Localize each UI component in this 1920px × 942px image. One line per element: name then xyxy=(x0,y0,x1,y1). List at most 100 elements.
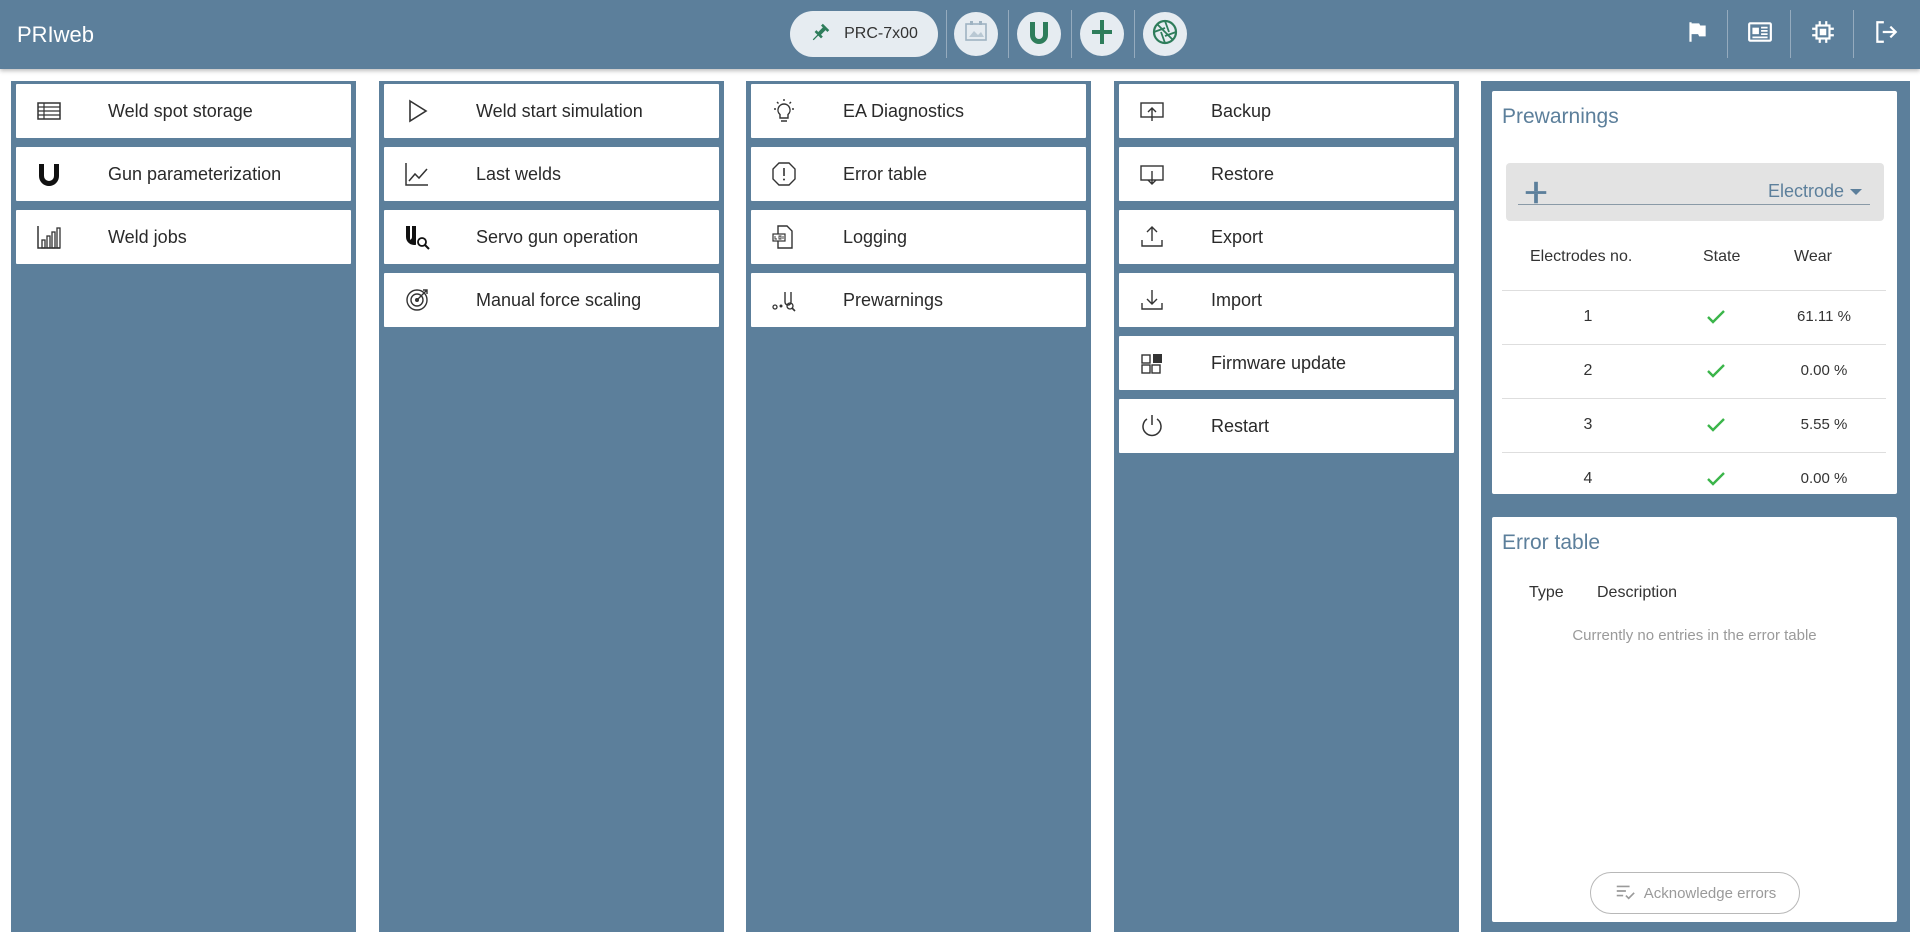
gun-icon xyxy=(16,160,108,188)
play-icon xyxy=(384,97,476,125)
alert-octagon-icon xyxy=(751,160,843,188)
tile-label: Logging xyxy=(843,226,908,247)
empty-table-message: Currently no entries in the error table xyxy=(1572,627,1817,644)
prewarning-icon xyxy=(751,286,843,314)
target-icon xyxy=(384,286,476,314)
tile-servo-gun-operation[interactable]: Servo gun operation xyxy=(384,210,719,264)
upload-icon xyxy=(1119,223,1211,251)
tile-label: Restore xyxy=(1211,163,1275,184)
tile-label: Manual force scaling xyxy=(476,289,642,310)
tile-restart[interactable]: Restart xyxy=(1119,399,1454,453)
tile-gun-parameterization[interactable]: Gun parameterization xyxy=(16,147,351,201)
toolbar-divider xyxy=(1071,10,1072,58)
tile-manual-force-scaling[interactable]: Manual force scaling xyxy=(384,273,719,327)
plug-icon xyxy=(810,21,832,48)
device-label: PRC-7x00 xyxy=(844,25,918,42)
select-value: Electrode xyxy=(1767,181,1844,201)
electrode-icon xyxy=(1087,17,1117,52)
id-card-button[interactable] xyxy=(1742,16,1778,52)
toolbar-divider xyxy=(1008,10,1009,58)
column-header-electrode-no: Electrodes no. xyxy=(1530,248,1633,265)
list-check-icon xyxy=(1614,880,1636,906)
electrode-icon xyxy=(1522,179,1550,212)
tile-label: Weld jobs xyxy=(108,226,187,247)
prewarnings-title: Prewarnings xyxy=(1502,105,1619,128)
tile-restore[interactable]: Restore xyxy=(1119,147,1454,201)
error-table-title: Error table xyxy=(1502,531,1601,554)
check-icon xyxy=(1704,305,1728,334)
tile-backup[interactable]: Backup xyxy=(1119,84,1454,138)
tile-export[interactable]: Export xyxy=(1119,210,1454,264)
log-file-icon xyxy=(751,223,843,251)
menu-column-3: EA Diagnostics Error table Logging Prewa… xyxy=(746,81,1091,932)
tile-weld-start-simulation[interactable]: Weld start simulation xyxy=(384,84,719,138)
toolbar-divider xyxy=(946,10,947,58)
tile-label: Prewarnings xyxy=(843,289,944,310)
toolbar-divider xyxy=(1853,10,1854,58)
prewarning-type-select[interactable]: Electrode xyxy=(1506,163,1884,221)
tile-label: Export xyxy=(1211,226,1264,247)
acknowledge-errors-label: Acknowledge errors xyxy=(1643,884,1777,902)
logout-icon xyxy=(1873,19,1899,50)
gun-search-icon xyxy=(384,223,476,251)
tile-label: Restart xyxy=(1211,415,1270,436)
tile-label: Error table xyxy=(843,163,928,184)
wear-value: 61.11 % xyxy=(1797,308,1851,325)
wear-value: 0.00 % xyxy=(1800,362,1848,379)
download-icon xyxy=(1119,286,1211,314)
acknowledge-errors-button[interactable]: Acknowledge errors xyxy=(1590,872,1800,914)
electrode-no: 3 xyxy=(1583,416,1593,433)
menu-column-1: Weld spot storage Gun parameterization W… xyxy=(11,81,356,932)
table-row: 2 0.00 % xyxy=(1502,344,1886,398)
table-row: 1 61.11 % xyxy=(1502,290,1886,344)
tile-label: Backup xyxy=(1211,100,1272,121)
tile-label: Firmware update xyxy=(1211,352,1347,373)
chip-icon xyxy=(1810,19,1836,50)
menu-column-4: Backup Restore Export Import Firmware up… xyxy=(1114,81,1459,932)
toolbar-divider xyxy=(1134,10,1135,58)
menu-column-2: Weld start simulation Last welds Servo g… xyxy=(379,81,724,932)
toolbar-divider xyxy=(1790,10,1791,58)
weld-spot-image-button[interactable] xyxy=(954,12,998,56)
error-table-card: Error table Type Description Currently n… xyxy=(1492,517,1897,922)
tile-weld-spot-storage[interactable]: Weld spot storage xyxy=(16,84,351,138)
tile-error-table[interactable]: Error table xyxy=(751,147,1086,201)
table-row: 3 5.55 % xyxy=(1502,398,1886,452)
tile-prewarnings[interactable]: Prewarnings xyxy=(751,273,1086,327)
tile-last-welds[interactable]: Last welds xyxy=(384,147,719,201)
tile-firmware-update[interactable]: Firmware update xyxy=(1119,336,1454,390)
tile-label: Servo gun operation xyxy=(476,226,639,247)
column-header-type: Type xyxy=(1529,584,1564,601)
app-bar: PRIweb PRC-7x00 xyxy=(0,0,1920,69)
weld-spot-image-icon xyxy=(961,17,991,52)
tile-ea-diagnostics[interactable]: EA Diagnostics xyxy=(751,84,1086,138)
column-header-description: Description xyxy=(1597,584,1678,601)
lightbulb-icon xyxy=(751,97,843,125)
aperture-icon xyxy=(1150,17,1180,52)
line-chart-icon xyxy=(384,160,476,188)
tile-import[interactable]: Import xyxy=(1119,273,1454,327)
device-chip[interactable]: PRC-7x00 xyxy=(790,11,938,57)
restore-icon xyxy=(1119,160,1211,188)
check-icon xyxy=(1704,359,1728,388)
gun-icon xyxy=(1024,17,1054,52)
aperture-button[interactable] xyxy=(1143,12,1187,56)
tile-label: Last welds xyxy=(476,163,562,184)
select-underline xyxy=(1518,204,1870,205)
id-card-icon xyxy=(1747,19,1773,50)
flag-icon xyxy=(1684,19,1710,50)
electrode-no: 1 xyxy=(1583,308,1593,325)
chip-button[interactable] xyxy=(1805,16,1841,52)
power-icon xyxy=(1119,412,1211,440)
wear-value: 5.55 % xyxy=(1800,416,1848,433)
gun-button[interactable] xyxy=(1017,12,1061,56)
flag-button[interactable] xyxy=(1679,16,1715,52)
electrode-button[interactable] xyxy=(1080,12,1124,56)
electrode-no: 2 xyxy=(1583,362,1593,379)
tile-weld-jobs[interactable]: Weld jobs xyxy=(16,210,351,264)
firmware-icon xyxy=(1119,349,1211,377)
tile-logging[interactable]: Logging xyxy=(751,210,1086,264)
logout-button[interactable] xyxy=(1868,16,1904,52)
prewarnings-card: Prewarnings Electrode Electrodes no. Sta… xyxy=(1492,91,1897,494)
tile-label: Gun parameterization xyxy=(108,163,282,184)
